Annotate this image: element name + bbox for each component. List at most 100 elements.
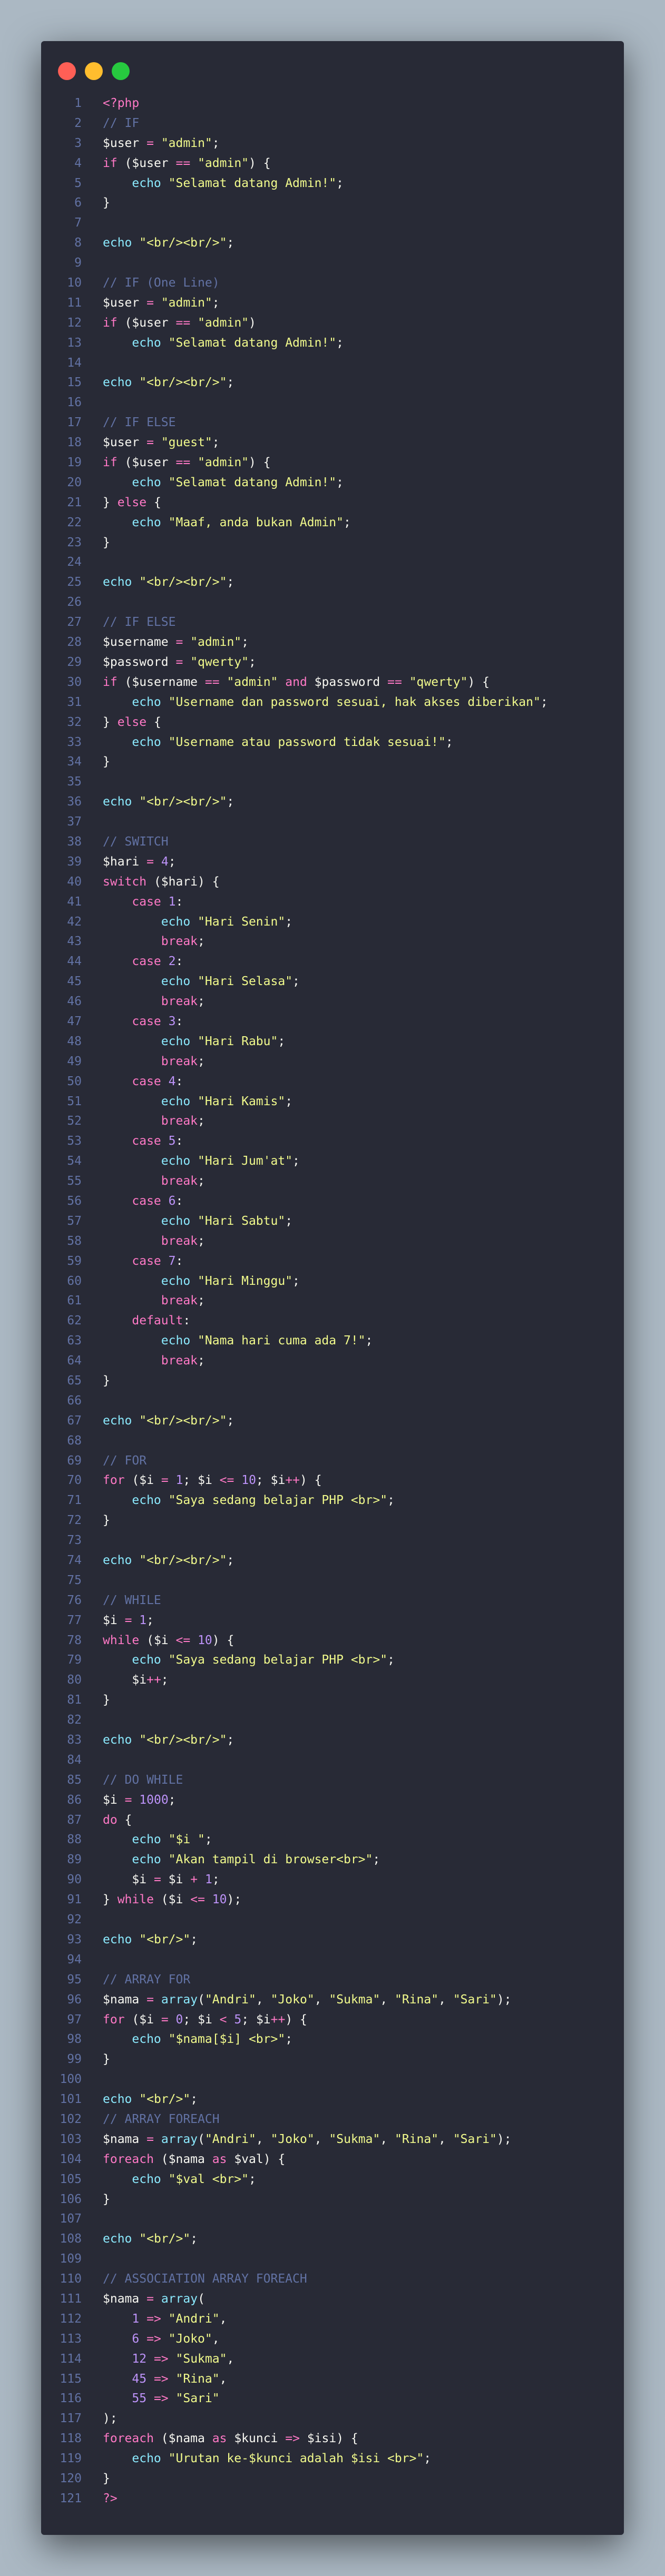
code-line: 46 break; [41, 992, 624, 1012]
code-text: echo "<br/>"; [103, 2092, 198, 2106]
code-token: ; [227, 575, 234, 589]
line-number: 30 [67, 675, 82, 689]
code-token: ( [124, 1473, 140, 1488]
code-token: array [161, 1992, 198, 2007]
minimize-window-dot-icon[interactable] [85, 62, 103, 80]
code-token: : [175, 1194, 183, 1208]
code-token: echo [103, 2092, 132, 2107]
code-text: echo "Urutan ke-$kunci adalah $isi <br>"… [103, 2452, 431, 2465]
code-token: => [153, 2372, 169, 2386]
code-token: $i [168, 1873, 183, 1887]
code-line: 54 echo "Hari Jum'at"; [41, 1152, 624, 1172]
code-token: ; [212, 1873, 220, 1887]
line-number: 120 [60, 2471, 82, 2485]
code-text: echo "Maaf, anda bukan Admin"; [103, 516, 350, 529]
line-number: 9 [74, 256, 82, 270]
code-text: echo "<br/><br/>"; [103, 376, 234, 389]
code-text: echo "Nama hari cuma ada 7!"; [103, 1334, 373, 1348]
code-text: $i = 1000; [103, 1793, 176, 1807]
maximize-window-dot-icon[interactable] [112, 62, 130, 80]
code-token: echo [132, 1833, 161, 1847]
close-window-dot-icon[interactable] [58, 62, 76, 80]
code-token: , [256, 2132, 271, 2146]
line-number: 13 [67, 336, 82, 350]
code-line: 29 $password = "qwerty"; [41, 653, 624, 673]
code-token: "Sari" [175, 2392, 220, 2406]
code-line: 44 case 2: [41, 952, 624, 972]
code-line: 1 <?php [41, 94, 624, 114]
code-line: 64 break; [41, 1351, 624, 1371]
code-text: case 1: [103, 895, 183, 909]
line-number: 54 [67, 1154, 82, 1168]
code-line: 18 $user = "guest"; [41, 433, 624, 453]
code-token: $i [132, 1873, 147, 1887]
code-token: echo [132, 1493, 161, 1508]
code-line: 69 // FOR [41, 1451, 624, 1471]
line-number: 117 [60, 2412, 82, 2426]
line-number: 39 [67, 854, 82, 869]
code-token: $i [168, 1893, 183, 1907]
code-text: $user = "admin"; [103, 136, 220, 150]
code-text: $i = $i + 1; [103, 1873, 220, 1887]
code-token: } [103, 535, 110, 549]
code-token: ; [365, 1334, 373, 1348]
code-line: 68 [41, 1431, 624, 1451]
code-token: $nama [103, 2132, 140, 2146]
code-text: $password = "qwerty"; [103, 655, 256, 669]
code-text: echo "Selamat datang Admin!"; [103, 336, 344, 350]
line-number: 19 [67, 456, 82, 470]
line-number: 99 [67, 2052, 82, 2067]
code-token: = [153, 1873, 161, 1887]
code-token: $username [132, 675, 198, 689]
line-number: 21 [67, 495, 82, 509]
code-text: case 7: [103, 1254, 183, 1268]
code-token: "Sukma" [329, 1992, 380, 2007]
line-number: 14 [67, 356, 82, 370]
line-number: 63 [67, 1334, 82, 1348]
code-token: echo [103, 575, 132, 589]
code-text: case 4: [103, 1075, 183, 1088]
code-line: 111 $nama = array( [41, 2289, 624, 2309]
code-line: 110 // ASSOCIATION ARRAY FOREACH [41, 2269, 624, 2289]
code-line: 10 // IF (One Line) [41, 273, 624, 293]
line-number: 29 [67, 655, 82, 669]
code-text: } [103, 536, 110, 549]
line-number: 15 [67, 376, 82, 390]
code-text: break; [103, 1294, 205, 1307]
code-text: $username = "admin"; [103, 635, 249, 649]
code-token: "admin" [190, 635, 242, 650]
code-token: break [161, 1054, 198, 1068]
code-token: ; [146, 1613, 154, 1627]
code-line: 96 $nama = array("Andri", "Joko", "Sukma"… [41, 1990, 624, 2010]
code-token: as [212, 2432, 227, 2446]
code-token: = [161, 1473, 169, 1488]
line-number: 42 [67, 915, 82, 929]
code-token: "Andri" [168, 2312, 220, 2326]
code-line: 65} [41, 1371, 624, 1391]
code-text: echo "<br/><br/>"; [103, 575, 234, 589]
code-token: ; [248, 2172, 256, 2186]
line-number: 27 [67, 615, 82, 630]
code-text: echo "<br/><br/>"; [103, 1414, 234, 1428]
line-number: 98 [67, 2032, 82, 2047]
line-number: 41 [67, 894, 82, 909]
code-token: "Hari Minggu" [198, 1274, 293, 1288]
